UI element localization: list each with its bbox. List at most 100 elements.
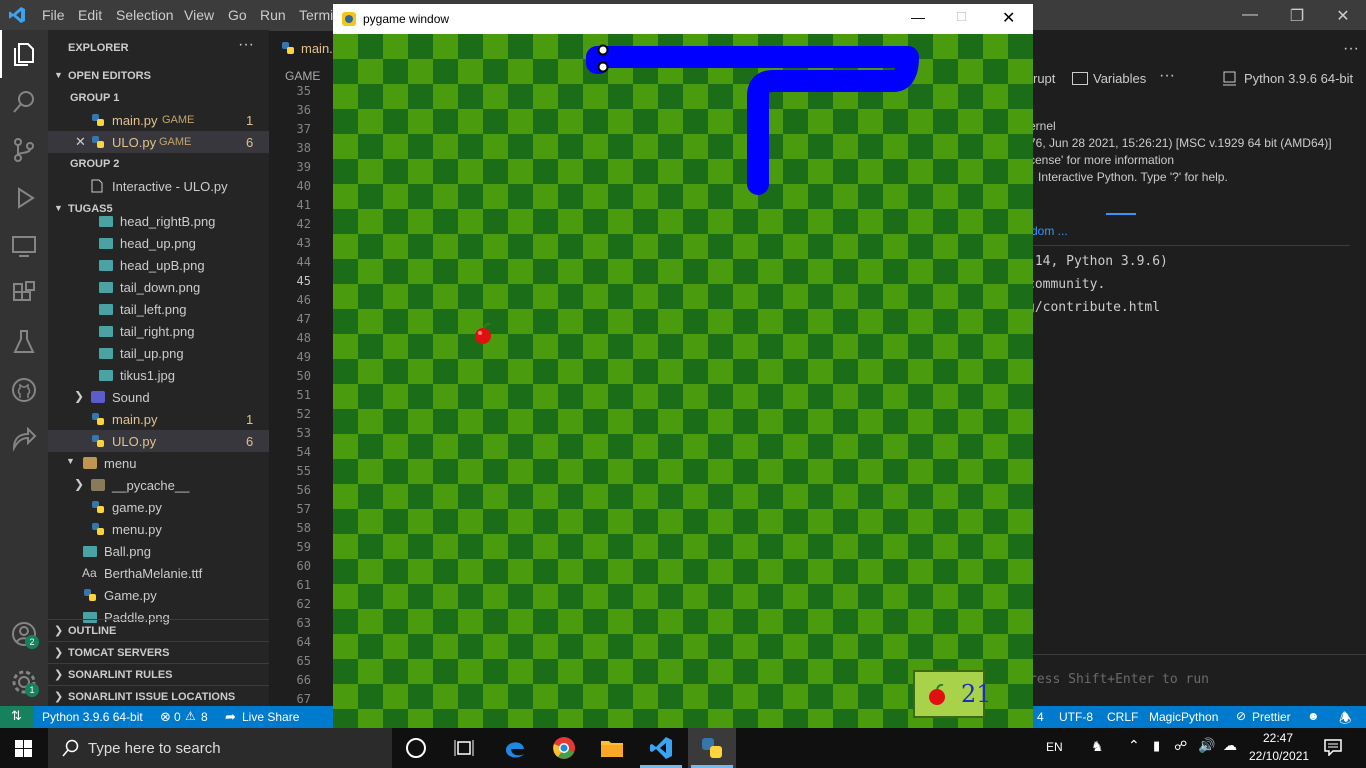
project-header[interactable]: TUGAS5 [68, 203, 113, 215]
vscode-taskbar-icon[interactable] [649, 736, 673, 760]
output-line: g/contribute.html [1027, 300, 1161, 315]
feedback-icon[interactable]: ☻ [1307, 709, 1320, 723]
line-endings[interactable]: CRLF [1107, 710, 1138, 724]
source-control-icon[interactable] [10, 136, 38, 164]
file-explorer-icon[interactable] [600, 738, 624, 758]
line-number: 57 [296, 502, 311, 516]
file-item[interactable]: tail_down.png [48, 276, 269, 298]
vscode-close-icon[interactable]: ✕ [1333, 6, 1353, 26]
toolbar-more-icon[interactable]: ··· [1159, 67, 1175, 85]
menu-file[interactable]: File [42, 7, 65, 23]
clock-time[interactable]: 22:47 [1263, 731, 1293, 745]
file-item[interactable]: head_up.png [48, 232, 269, 254]
file-item[interactable]: head_rightB.png [48, 216, 269, 232]
score-apple-icon [929, 684, 945, 705]
breadcrumb[interactable]: GAME [285, 69, 320, 83]
battery-icon[interactable]: ▮ [1153, 738, 1160, 754]
folder-sound[interactable]: ❯ Sound [48, 386, 269, 408]
volume-icon[interactable]: 🔊 [1198, 737, 1215, 754]
section-sonarlint-rules[interactable]: ❯ SONARLINT RULES [48, 663, 269, 685]
open-editors-header[interactable]: OPEN EDITORS [68, 70, 151, 82]
file-font[interactable]: Aa BerthaMelanie.ttf [48, 562, 269, 584]
github-icon[interactable] [10, 376, 38, 404]
line-number: 56 [296, 483, 311, 497]
section-sonarlint-issues[interactable]: ❯ SONARLINT ISSUE LOCATIONS [48, 685, 269, 706]
menu-edit[interactable]: Edit [78, 7, 102, 23]
vscode-minimize-icon[interactable]: — [1240, 6, 1260, 24]
open-editor-ulo-py[interactable]: ✕ ULO.py GAME 6 [48, 131, 269, 153]
run-debug-icon[interactable] [10, 184, 38, 212]
chevron-down-icon[interactable]: ▼ [54, 70, 63, 80]
kernel-selector[interactable]: Python 3.9.6 64-bit [1244, 71, 1353, 86]
prettier-status[interactable]: Prettier [1252, 710, 1291, 724]
chrome-icon[interactable] [552, 736, 576, 760]
file-item[interactable]: tail_right.png [48, 320, 269, 342]
language-mode[interactable]: MagicPython [1149, 710, 1218, 724]
network-icon[interactable]: ☍ [1174, 738, 1187, 754]
image-file-icon [99, 348, 113, 359]
vscode-restore-icon[interactable]: ❐ [1287, 6, 1307, 26]
show-hidden-icons-chevron-icon[interactable]: ⌃ [1128, 737, 1140, 754]
menu-view[interactable]: View [184, 7, 214, 23]
testing-flask-icon[interactable] [10, 328, 38, 356]
people-icon[interactable]: ♞ [1091, 738, 1104, 755]
section-outline[interactable]: ❯ OUTLINE [48, 619, 269, 641]
file-menu-py[interactable]: menu.py [48, 518, 269, 540]
file-item[interactable]: head_upB.png [48, 254, 269, 276]
menu-selection[interactable]: Selection [116, 7, 174, 23]
file-item[interactable]: tail_left.png [48, 298, 269, 320]
pygame-minimize-icon[interactable]: — [911, 9, 925, 25]
problems-indicator[interactable]: ⊗ 0 ⚠ 8 [158, 706, 218, 728]
python-interpreter[interactable]: Python 3.9.6 64-bit [42, 710, 143, 724]
game-board[interactable]: 21 [333, 34, 1033, 728]
variables-button[interactable]: Variables [1093, 71, 1146, 86]
file-ulo-py[interactable]: ULO.py 6 [48, 430, 269, 452]
line-number: 51 [296, 388, 311, 402]
editor-tab[interactable]: main. [269, 30, 333, 64]
output-link[interactable]: dom ... [1031, 224, 1068, 238]
cloud-icon[interactable]: ☁ [1223, 737, 1237, 754]
pygame-close-icon[interactable]: ✕ [1002, 8, 1015, 28]
remote-explorer-icon[interactable] [10, 232, 38, 260]
remote-indicator[interactable]: ⇅ [0, 706, 34, 728]
taskbar-search[interactable]: Type here to search [48, 728, 392, 768]
file-item[interactable]: tikus1.jpg [48, 364, 269, 386]
menu-terminal[interactable]: Termi [299, 7, 333, 23]
section-tomcat[interactable]: ❯ TOMCAT SERVERS [48, 641, 269, 663]
indentation-spaces[interactable]: 4 [1037, 710, 1044, 724]
explorer-icon[interactable] [10, 40, 38, 68]
search-icon[interactable] [10, 88, 38, 116]
file-item[interactable]: tail_up.png [48, 342, 269, 364]
pygame-maximize-icon[interactable]: □ [957, 8, 966, 25]
clock-date[interactable]: 22/10/2021 [1249, 749, 1309, 763]
open-editor-interactive[interactable]: Interactive - ULO.py [48, 175, 269, 197]
action-center-icon[interactable] [1324, 739, 1342, 756]
more-actions-icon[interactable]: ··· [238, 36, 254, 54]
code-input[interactable]: ress Shift+Enter to run [1029, 672, 1209, 687]
close-editor-icon[interactable]: ✕ [75, 134, 86, 150]
folder-menu[interactable]: ▼ menu [48, 452, 269, 474]
file-game-py[interactable]: game.py [48, 496, 269, 518]
menu-go[interactable]: Go [228, 7, 247, 23]
line-number: 48 [296, 331, 311, 345]
interrupt-button[interactable]: rupt [1033, 71, 1055, 86]
task-view-icon[interactable] [454, 739, 474, 757]
live-share-button[interactable]: Live Share [242, 710, 299, 724]
file-main-py[interactable]: main.py 1 [48, 408, 269, 430]
open-editor-main-py[interactable]: main.py GAME 1 [48, 109, 269, 131]
edge-browser-icon[interactable] [503, 736, 527, 760]
extensions-icon[interactable] [10, 280, 38, 308]
cortana-icon[interactable] [406, 738, 426, 758]
menu-run[interactable]: Run [260, 7, 286, 23]
encoding[interactable]: UTF-8 [1059, 710, 1093, 724]
file-ball-png[interactable]: Ball.png [48, 540, 269, 562]
chevron-down-icon[interactable]: ▼ [54, 203, 63, 213]
input-language[interactable]: EN [1046, 740, 1063, 754]
more-actions-icon[interactable]: ··· [1343, 40, 1359, 58]
live-share-icon[interactable] [10, 424, 38, 452]
file-name: Ball.png [104, 544, 151, 559]
folder-pycache[interactable]: ❯ __pycache__ [48, 474, 269, 496]
file-game-py-2[interactable]: Game.py [48, 584, 269, 606]
windows-start-icon[interactable] [15, 740, 32, 757]
pygame-taskbar-button[interactable] [688, 728, 736, 768]
